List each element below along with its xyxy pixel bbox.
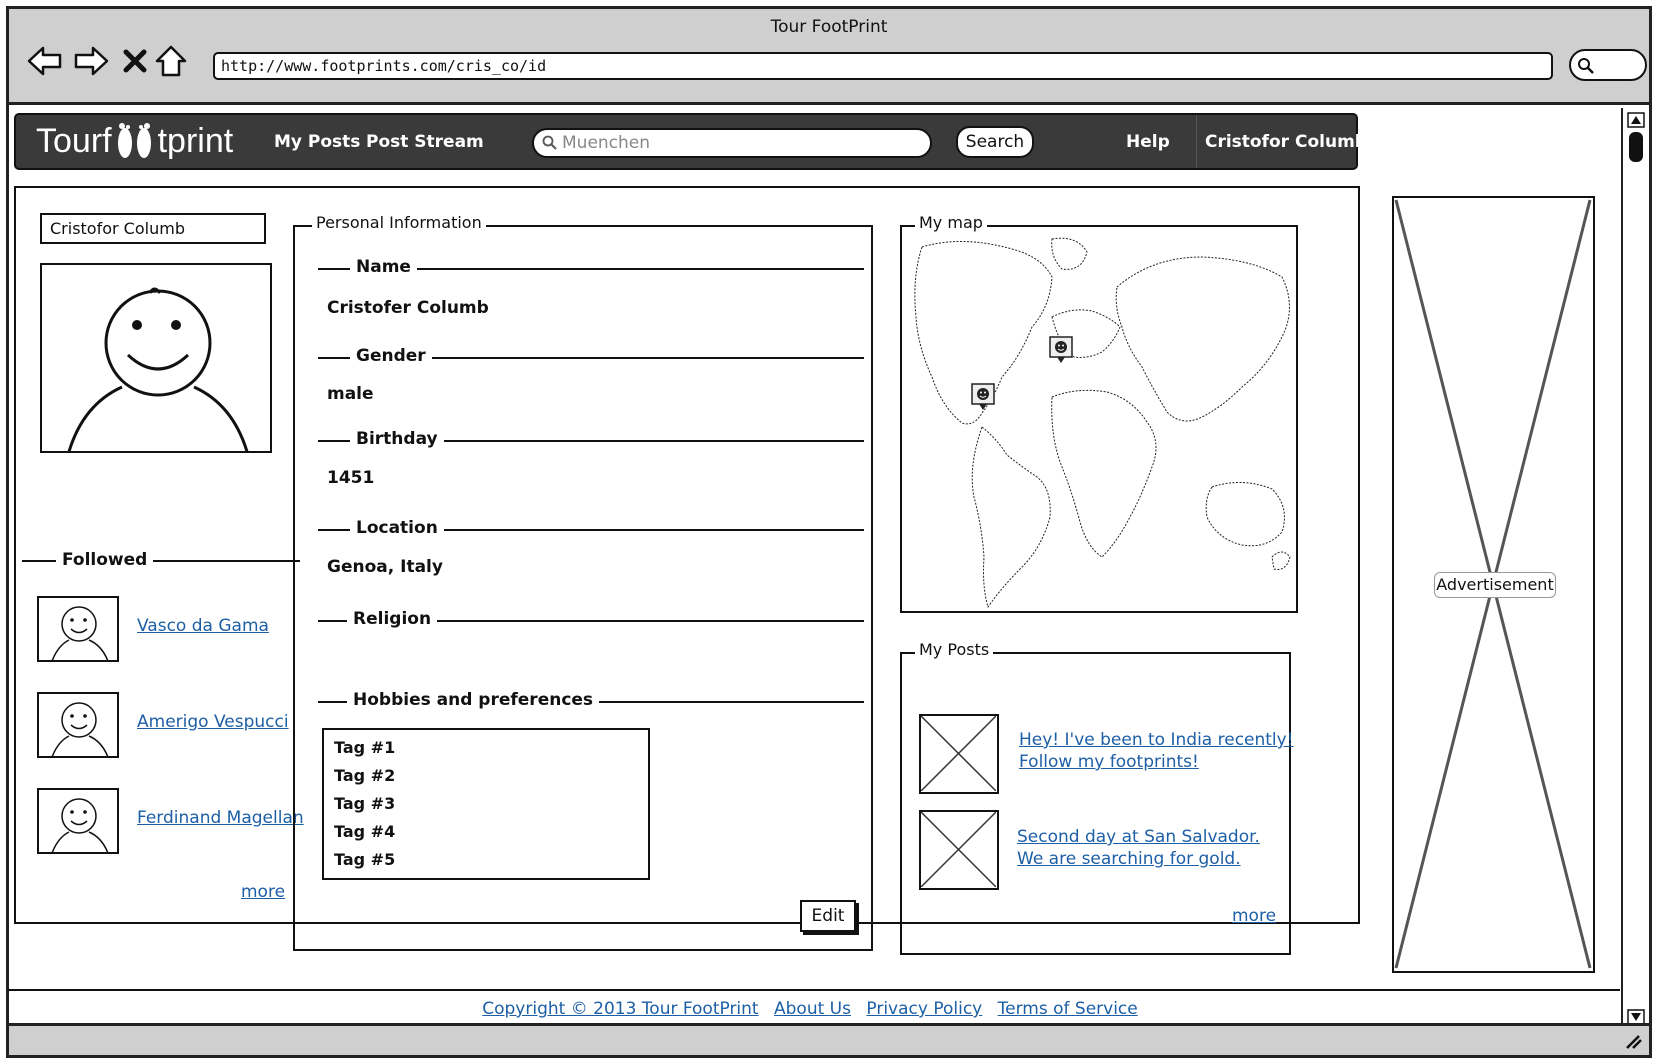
hobbies-label: Hobbies and preferences xyxy=(347,690,600,710)
scroll-up-icon[interactable] xyxy=(1627,112,1645,128)
post-image-placeholder[interactable] xyxy=(919,810,999,890)
followed-more-link[interactable]: more xyxy=(241,882,285,902)
friend-link[interactable]: Vasco da Gama xyxy=(137,616,269,636)
user-name: Cristofor Columb xyxy=(1205,132,1367,152)
friend-link[interactable]: Amerigo Vespucci xyxy=(137,712,289,732)
stop-icon[interactable] xyxy=(117,43,153,79)
url-bar[interactable]: http://www.footprints.com/cris_co/id xyxy=(213,52,1553,80)
friend-link[interactable]: Ferdinand Magellan xyxy=(137,808,304,828)
field-value-name: Cristofer Columb xyxy=(327,298,489,318)
tag-list[interactable]: Tag #1 Tag #2 Tag #3 Tag #4 Tag #5 xyxy=(322,728,650,880)
back-arrow-icon[interactable] xyxy=(27,43,63,79)
field-label-name: Name xyxy=(350,257,417,277)
avatar xyxy=(40,263,272,453)
profile-name-field[interactable]: Cristofor Columb xyxy=(40,213,266,244)
avatar-person-icon xyxy=(67,287,249,451)
scrollbar[interactable] xyxy=(1621,108,1649,1029)
followed-title: Followed xyxy=(56,550,154,570)
post-link[interactable]: Second day at San Salvador. We are searc… xyxy=(1017,826,1260,870)
footer-about-link[interactable]: About Us xyxy=(774,999,851,1019)
chevron-down-icon xyxy=(1378,135,1397,149)
search-input[interactable]: Muenchen xyxy=(532,128,932,158)
map-marker[interactable] xyxy=(971,383,995,410)
tag-item[interactable]: Tag #2 xyxy=(334,766,395,785)
browser-titlebar: Tour FootPrint http://www.footprints.com… xyxy=(9,9,1649,105)
field-value-birthday: 1451 xyxy=(327,468,375,488)
post-image-placeholder[interactable] xyxy=(919,714,999,794)
tag-item[interactable]: Tag #1 xyxy=(334,738,395,757)
search-icon xyxy=(542,135,557,150)
footer-divider xyxy=(8,989,1620,991)
status-bar xyxy=(9,1023,1649,1055)
post-link[interactable]: Hey! I've been to India recently! Follow… xyxy=(1019,729,1294,773)
footprint-logo-icon xyxy=(117,123,151,158)
tag-item[interactable]: Tag #3 xyxy=(334,794,395,813)
logo-text-right: tprint xyxy=(157,121,234,160)
advertisement-label: Advertisement xyxy=(1434,572,1556,598)
post-line: Follow my footprints! xyxy=(1019,752,1199,772)
tag-item[interactable]: Tag #4 xyxy=(334,822,395,841)
map-marker[interactable] xyxy=(1049,336,1073,363)
scroll-thumb[interactable] xyxy=(1629,132,1643,162)
post-line: We are searching for gold. xyxy=(1017,849,1241,869)
forward-arrow-icon[interactable] xyxy=(73,43,109,79)
map-title: My map xyxy=(915,213,987,232)
window-title: Tour FootPrint xyxy=(770,17,888,37)
field-label-religion: Religion xyxy=(347,609,438,629)
friend-avatar[interactable] xyxy=(37,596,119,662)
post-line: Second day at San Salvador. xyxy=(1017,827,1260,847)
tag-item[interactable]: Tag #5 xyxy=(334,850,395,869)
post-line: Hey! I've been to India recently! xyxy=(1019,730,1294,750)
home-icon[interactable] xyxy=(153,43,189,79)
friend-avatar[interactable] xyxy=(37,692,119,758)
edit-button[interactable]: Edit xyxy=(800,900,856,932)
app-header: Tourf tprint My Posts Post Stream Muench… xyxy=(14,113,1397,170)
field-label-birthday: Birthday xyxy=(350,429,444,449)
resize-grip-icon[interactable] xyxy=(1623,1032,1643,1050)
footer: Copyright © 2013 Tour FootPrint About Us… xyxy=(0,999,1620,1019)
posts-more-link[interactable]: more xyxy=(1232,906,1276,926)
nav-post-stream[interactable]: Post Stream xyxy=(366,132,484,152)
world-map-icon xyxy=(914,237,1291,609)
friend-avatar[interactable] xyxy=(37,788,119,854)
field-value-location: Genoa, Italy xyxy=(327,557,443,577)
my-posts-title: My Posts xyxy=(915,640,994,659)
browser-search-field[interactable] xyxy=(1569,49,1647,81)
nav-my-posts[interactable]: My Posts xyxy=(274,132,360,152)
logo[interactable]: Tourf tprint xyxy=(36,121,233,161)
footer-copyright-link[interactable]: Copyright © 2013 Tour FootPrint xyxy=(482,999,758,1019)
logo-text-left: Tourf xyxy=(36,121,112,160)
footer-terms-link[interactable]: Terms of Service xyxy=(998,999,1138,1019)
nav-help[interactable]: Help xyxy=(1126,132,1170,152)
user-menu[interactable]: Cristofor Columb xyxy=(1196,115,1405,168)
map-box[interactable] xyxy=(900,225,1298,613)
footer-privacy-link[interactable]: Privacy Policy xyxy=(866,999,982,1019)
personal-info-title: Personal Information xyxy=(312,213,486,232)
search-button[interactable]: Search xyxy=(956,126,1034,158)
search-icon xyxy=(1578,58,1594,74)
field-label-gender: Gender xyxy=(350,346,432,366)
field-label-location: Location xyxy=(350,518,444,538)
field-value-gender: male xyxy=(327,384,374,404)
